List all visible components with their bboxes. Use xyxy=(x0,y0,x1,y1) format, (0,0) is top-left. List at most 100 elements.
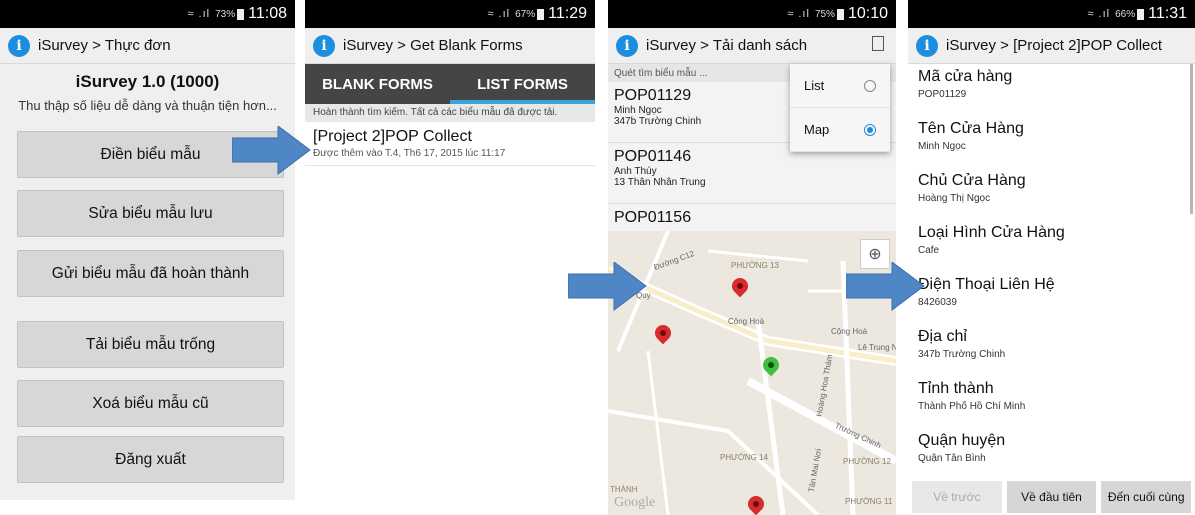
battery-icon xyxy=(1137,8,1145,20)
edit-saved-form-button[interactable]: Sửa biểu mẫu lưu xyxy=(17,190,284,237)
map-label: PHƯỜNG 12 xyxy=(843,457,891,466)
signal-icon: ≈ .ıl xyxy=(487,8,511,20)
logout-button[interactable]: Đăng xuất xyxy=(17,436,284,483)
app-tagline: Thu thập số liệu dễ dàng và thuận tiện h… xyxy=(18,98,277,113)
screen-form-detail: ≈ .ıl 66% 11:31 i iSurvey > [Project 2]P… xyxy=(908,0,1195,515)
page-title: iSurvey > Thực đơn xyxy=(38,37,171,54)
tab-blank-forms[interactable]: BLANK FORMS xyxy=(305,64,450,104)
isurvey-logo-icon: i xyxy=(916,34,938,57)
isurvey-logo-icon: i xyxy=(8,34,30,57)
field-label: Tên Cửa Hàng xyxy=(918,120,1024,137)
field-label: Chủ Cửa Hàng xyxy=(918,172,1026,189)
radio-on-icon[interactable] xyxy=(864,123,876,136)
field-value: POP01129 xyxy=(918,89,967,100)
flow-arrow-icon xyxy=(568,262,647,311)
screen-main-menu: ≈ .ıl 73% 11:08 i iSurvey > Thực đơn iSu… xyxy=(0,0,295,500)
field-value: Thành Phố Hồ Chí Minh xyxy=(918,401,1026,412)
screen-get-blank-forms: ≈ .ıl 67% 11:29 i iSurvey > Get Blank Fo… xyxy=(305,0,595,515)
form-added-date: Được thêm vào T.4, Th6 17, 2015 lúc 11:1… xyxy=(313,148,506,159)
title-bar: i iSurvey > Tải danh sách xyxy=(608,28,896,64)
form-field[interactable]: Tên Cửa Hàng Minh Ngọc xyxy=(908,116,1195,168)
field-value: Quận Tân Bình xyxy=(918,453,986,464)
status-bar: ≈ .ıl 66% 11:31 xyxy=(908,0,1195,28)
map-label: Cộng Hoà xyxy=(831,327,868,336)
title-bar: i iSurvey > Thực đơn xyxy=(0,28,295,64)
battery-percent: 73% xyxy=(215,8,236,20)
map-label: THÀNH xyxy=(610,485,638,494)
signal-icon: ≈ .ıl xyxy=(787,8,810,20)
clock: 10:10 xyxy=(847,5,888,22)
field-label: Quận huyện xyxy=(918,432,1006,449)
field-value: 8426039 xyxy=(918,297,957,308)
tab-list-forms[interactable]: LIST FORMS xyxy=(450,64,595,104)
scrollbar[interactable] xyxy=(1190,64,1193,214)
google-logo: Google xyxy=(614,495,656,510)
item-name: Anh Thúy xyxy=(614,166,657,177)
map-label: PHƯỜNG 13 xyxy=(731,261,779,270)
clock: 11:29 xyxy=(548,5,587,22)
clock: 11:08 xyxy=(248,5,287,22)
tab-bar: BLANK FORMS LIST FORMS xyxy=(305,64,595,104)
field-value: Hoàng Thị Ngọc xyxy=(918,193,991,204)
status-bar: ≈ .ıl 67% 11:29 xyxy=(305,0,595,28)
battery-icon xyxy=(237,8,245,20)
isurvey-logo-icon: i xyxy=(616,34,638,57)
previous-button[interactable]: Về trước xyxy=(912,481,1002,513)
form-field[interactable]: Quận huyện Quận Tân Bình xyxy=(908,428,1195,480)
delete-old-form-button[interactable]: Xoá biểu mẫu cũ xyxy=(17,380,284,427)
field-value: Cafe xyxy=(918,245,940,256)
form-field[interactable]: Tỉnh thành Thành Phố Hồ Chí Minh xyxy=(908,376,1195,428)
isurvey-logo-icon: i xyxy=(313,34,335,57)
field-value: Minh Ngọc xyxy=(918,141,966,152)
flow-arrow-icon xyxy=(846,262,925,311)
status-message: Hoàn thành tìm kiếm. Tất cả các biểu mẫu… xyxy=(305,104,595,122)
view-mode-menu: List Map xyxy=(790,64,890,152)
go-to-start-button[interactable]: Về đầu tiên xyxy=(1006,481,1097,513)
flow-arrow-icon xyxy=(232,126,311,175)
send-finalized-form-button[interactable]: Gửi biểu mẫu đã hoàn thành xyxy=(17,250,284,297)
app-name: iSurvey 1.0 (1000) xyxy=(75,72,220,91)
title-bar: i iSurvey > [Project 2]POP Collect xyxy=(908,28,1195,64)
map-label: PHƯỜNG 11 xyxy=(845,497,893,506)
field-label: Tỉnh thành xyxy=(918,380,994,397)
status-bar: ≈ .ıl 75% 10:10 xyxy=(608,0,896,28)
form-field[interactable]: Điện Thoại Liên Hệ 8426039 xyxy=(908,272,1195,324)
clock: 11:31 xyxy=(1148,5,1187,22)
menu-item-label: List xyxy=(804,78,825,93)
form-field[interactable]: Loại Hình Cửa Hàng Cafe xyxy=(908,220,1195,272)
battery-icon xyxy=(836,8,844,20)
navigation-bar: Về trước Về đầu tiên Đến cuối cùng xyxy=(908,479,1195,515)
page-title: iSurvey > [Project 2]POP Collect xyxy=(946,37,1163,54)
list-item[interactable]: POP01146 Anh Thúy 13 Thân Nhân Trung xyxy=(608,143,896,204)
menu-item-map[interactable]: Map xyxy=(790,108,890,152)
overflow-menu-icon[interactable] xyxy=(872,36,884,51)
title-bar: i iSurvey > Get Blank Forms xyxy=(305,28,595,64)
field-label: Địa chỉ xyxy=(918,328,967,345)
page-title: iSurvey > Tải danh sách xyxy=(646,37,808,54)
form-field[interactable]: Mã cửa hàng POP01129 xyxy=(908,64,1195,116)
map-label: Cộng Hoà xyxy=(728,317,765,326)
get-blank-form-button[interactable]: Tải biểu mẫu trống xyxy=(17,321,284,368)
map-label: PHƯỜNG 14 xyxy=(720,453,768,462)
go-to-end-button[interactable]: Đến cuối cùng xyxy=(1101,481,1192,513)
field-label: Mã cửa hàng xyxy=(918,68,1013,85)
signal-icon: ≈ .ıl xyxy=(187,8,211,20)
map-label: Lê Trung N xyxy=(858,343,896,352)
form-field[interactable]: Chủ Cửa Hàng Hoàng Thị Ngọc xyxy=(908,168,1195,220)
item-code: POP01156 xyxy=(614,209,692,226)
form-field[interactable]: Địa chỉ 347b Trường Chinh xyxy=(908,324,1195,376)
signal-icon: ≈ .ıl xyxy=(1087,8,1111,20)
battery-percent: 67% xyxy=(515,8,536,20)
battery-icon xyxy=(537,8,545,20)
menu-item-list[interactable]: List xyxy=(790,64,890,108)
field-label: Điện Thoại Liên Hệ xyxy=(918,276,1055,293)
radio-off-icon[interactable] xyxy=(864,79,876,92)
battery-percent: 66% xyxy=(1115,8,1136,20)
item-address: 13 Thân Nhân Trung xyxy=(614,177,706,188)
status-bar: ≈ .ıl 73% 11:08 xyxy=(0,0,295,28)
field-label: Loại Hình Cửa Hàng xyxy=(918,224,1065,241)
list-item[interactable]: [Project 2]POP Collect Được thêm vào T.4… xyxy=(305,122,595,166)
page-title: iSurvey > Get Blank Forms xyxy=(343,37,523,54)
form-name: [Project 2]POP Collect xyxy=(313,128,472,145)
screen-download-list: ≈ .ıl 75% 10:10 i iSurvey > Tải danh sác… xyxy=(608,0,896,515)
